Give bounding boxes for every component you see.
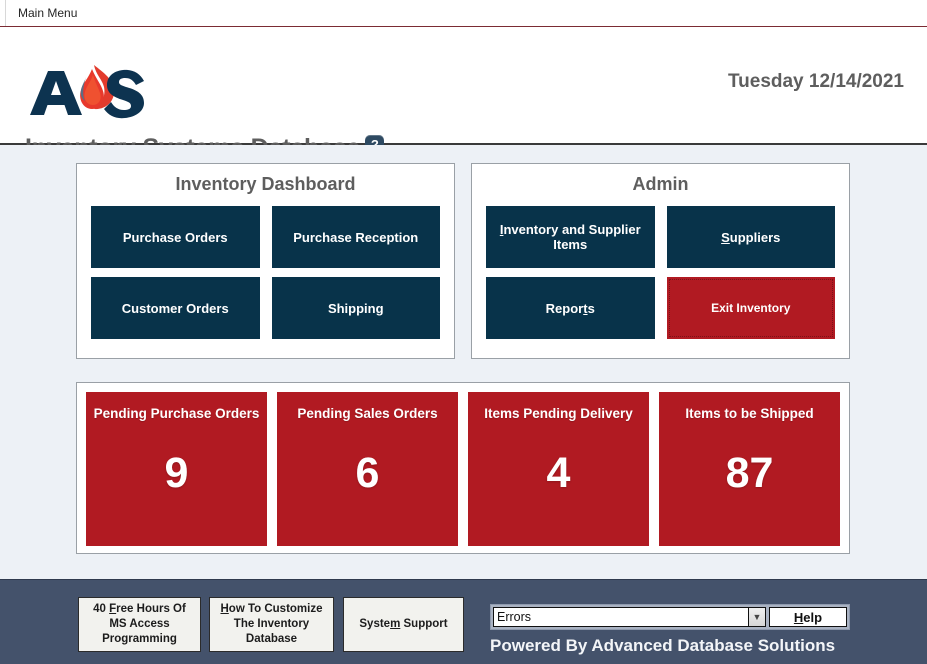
metric-pending-purchase-orders[interactable]: Pending Purchase Orders 9: [86, 392, 267, 546]
how-to-customize-button[interactable]: How To Customize The Inventory Database: [209, 597, 334, 652]
admin-panel-title: Admin: [472, 164, 849, 195]
metric-pending-purchase-orders-value: 9: [86, 450, 267, 496]
metric-pending-sales-orders-value: 6: [277, 450, 458, 496]
purchase-reception-button[interactable]: Purchase Reception: [272, 206, 441, 268]
metric-items-pending-delivery-label: Items Pending Delivery: [468, 405, 649, 422]
inventory-dashboard-title: Inventory Dashboard: [77, 164, 454, 195]
reports-label: Reports: [546, 301, 595, 316]
inventory-dashboard-panel: Inventory Dashboard Purchase Orders Purc…: [76, 163, 455, 359]
how-to-customize-label: How To Customize The Inventory Database: [214, 602, 329, 647]
purchase-orders-label: Purchase Orders: [123, 230, 228, 245]
errors-combo-container: Errors ▼ Help: [490, 604, 850, 630]
page-footer: 40 Free Hours Of MS Access Programming H…: [0, 579, 927, 664]
metric-items-to-be-shipped-value: 87: [659, 450, 840, 496]
metric-pending-sales-orders[interactable]: Pending Sales Orders 6: [277, 392, 458, 546]
help-button-label: Help: [794, 610, 822, 625]
tab-strip-edge: [0, 0, 6, 26]
inventory-and-supplier-items-label: Inventory and Supplier Items: [492, 222, 649, 252]
main-content: Inventory Dashboard Purchase Orders Purc…: [0, 145, 927, 579]
metric-pending-purchase-orders-label: Pending Purchase Orders: [86, 405, 267, 422]
metric-items-pending-delivery-value: 4: [468, 450, 649, 496]
system-support-label: System Support: [359, 617, 447, 632]
metrics-grid: Pending Purchase Orders 9 Pending Sales …: [77, 383, 849, 555]
exit-inventory-button[interactable]: Exit Inventory: [667, 277, 836, 339]
current-date: Tuesday 12/14/2021: [728, 71, 904, 93]
admin-panel-buttons: Inventory and Supplier Items Suppliers R…: [472, 195, 849, 353]
customer-orders-label: Customer Orders: [122, 301, 229, 316]
help-button[interactable]: Help: [769, 607, 847, 627]
customer-orders-button[interactable]: Customer Orders: [91, 277, 260, 339]
system-support-button[interactable]: System Support: [343, 597, 464, 652]
errors-combo-box[interactable]: Errors ▼: [493, 607, 766, 627]
metric-items-to-be-shipped-label: Items to be Shipped: [659, 405, 840, 422]
metric-items-pending-delivery[interactable]: Items Pending Delivery 4: [468, 392, 649, 546]
metric-pending-sales-orders-label: Pending Sales Orders: [277, 405, 458, 422]
shipping-button[interactable]: Shipping: [272, 277, 441, 339]
tab-main-menu[interactable]: Main Menu: [10, 0, 85, 25]
ads-logo: [26, 63, 152, 121]
suppliers-button[interactable]: Suppliers: [667, 206, 836, 268]
free-hours-button[interactable]: 40 Free Hours Of MS Access Programming: [78, 597, 201, 652]
metric-items-to-be-shipped[interactable]: Items to be Shipped 87: [659, 392, 840, 546]
powered-by-text: Powered By Advanced Database Solutions: [490, 636, 835, 656]
page-header: Inventory Systems Database? Tuesday 12/1…: [0, 27, 927, 145]
purchase-orders-button[interactable]: Purchase Orders: [91, 206, 260, 268]
inventory-and-supplier-items-button[interactable]: Inventory and Supplier Items: [486, 206, 655, 268]
document-tab-strip: Main Menu: [0, 0, 927, 27]
inventory-dashboard-buttons: Purchase Orders Purchase Reception Custo…: [77, 195, 454, 353]
free-hours-label: 40 Free Hours Of MS Access Programming: [83, 602, 196, 647]
purchase-reception-label: Purchase Reception: [293, 230, 418, 245]
admin-panel: Admin Inventory and Supplier Items Suppl…: [471, 163, 850, 359]
chevron-down-icon[interactable]: ▼: [748, 608, 765, 626]
errors-combo-value: Errors: [494, 608, 748, 626]
reports-button[interactable]: Reports: [486, 277, 655, 339]
tab-main-menu-label: Main Menu: [18, 6, 77, 20]
shipping-label: Shipping: [328, 301, 384, 316]
suppliers-label: Suppliers: [721, 230, 780, 245]
exit-inventory-label: Exit Inventory: [711, 301, 790, 316]
metrics-panel: Pending Purchase Orders 9 Pending Sales …: [76, 382, 850, 554]
